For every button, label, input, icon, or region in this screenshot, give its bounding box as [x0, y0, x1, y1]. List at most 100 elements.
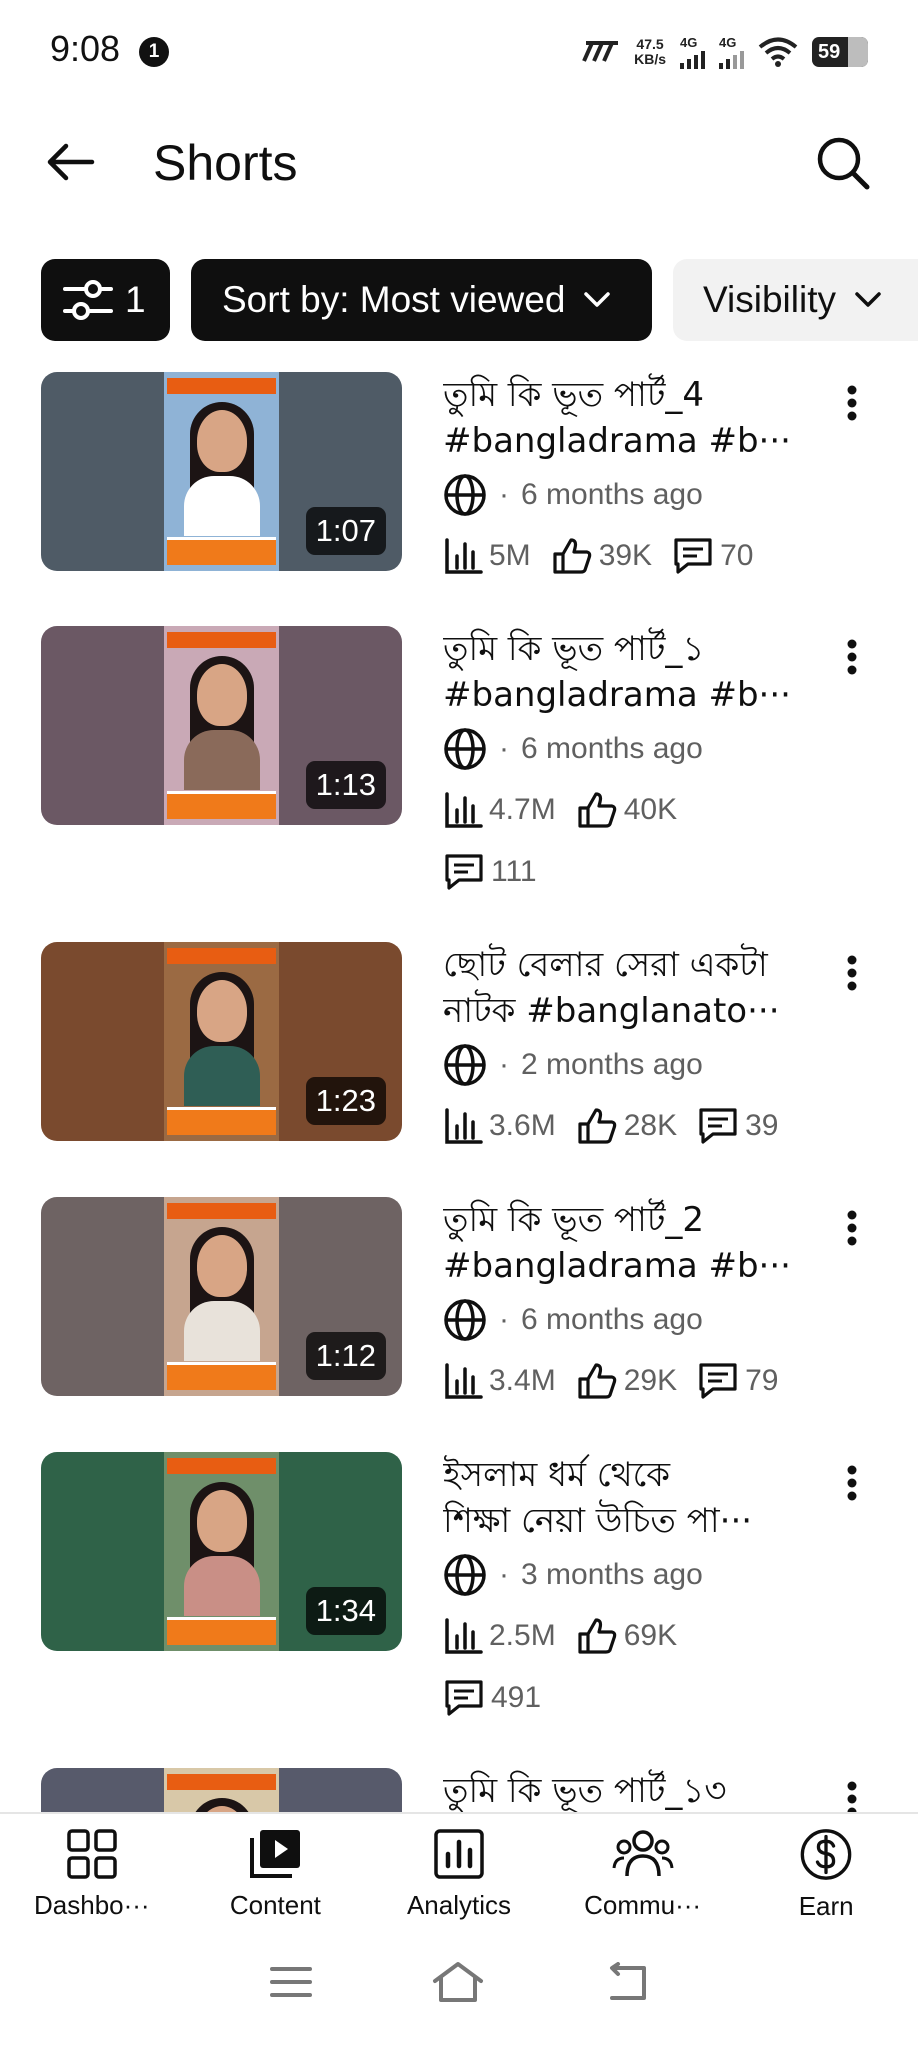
more-options-button[interactable] — [832, 378, 872, 428]
views-stat: 4.7M — [443, 782, 556, 838]
globe-icon — [444, 1044, 486, 1086]
views-stat: 3.6M — [443, 1098, 556, 1154]
nav-item-earn[interactable]: Earn — [734, 1814, 918, 1922]
comments-stat: 491 — [443, 1670, 541, 1726]
video-title-line: #bangladrama #b··· — [443, 675, 791, 715]
status-indicators: 47.5 KB/s 4G 4G 59 — [582, 30, 868, 74]
video-thumbnail[interactable]: 1:23 — [41, 942, 402, 1141]
video-info: তুমি কি ভূত পার্ট_4 #bangladrama #b··· ·… — [443, 372, 823, 584]
community-icon — [612, 1830, 674, 1877]
network-speed: 47.5 KB/s — [634, 37, 666, 67]
video-title-line: তুমি কি ভূত পার্ট_১ — [443, 629, 705, 669]
nav-label: Earn — [798, 1891, 854, 1921]
analytics-bars-icon — [445, 1618, 483, 1654]
nav-item-content[interactable]: Content — [184, 1814, 368, 1922]
analytics-bars-icon — [445, 1363, 483, 1399]
filter-chips: 1 Sort by: Most viewed Visibility — [41, 259, 918, 341]
video-meta: · 2 months ago — [443, 1042, 823, 1088]
more-options-button[interactable] — [832, 1203, 872, 1253]
video-meta: · 6 months ago — [443, 726, 823, 772]
status-bar: 9:08 1 47.5 KB/s 4G 4G 59 — [0, 0, 918, 104]
battery-level: 59 — [818, 40, 841, 63]
video-title-line: #bangladrama #b··· — [443, 1246, 791, 1286]
likes-stat: 28K — [576, 1098, 677, 1154]
notification-badge: 1 — [139, 37, 169, 67]
system-home-button[interactable] — [432, 1961, 484, 2007]
video-age: 2 months ago — [521, 1048, 703, 1081]
back-button[interactable] — [40, 132, 100, 192]
filter-count: 1 — [125, 279, 146, 320]
home-icon — [433, 1962, 483, 2002]
search-button[interactable] — [810, 130, 876, 196]
views-count: 3.6M — [489, 1109, 556, 1142]
video-age: 3 months ago — [521, 1558, 703, 1591]
analytics-bars-icon — [445, 1108, 483, 1144]
more-options-button[interactable] — [832, 1774, 872, 1812]
dashboard-icon — [67, 1829, 117, 1879]
thumbnail-poster — [164, 626, 279, 825]
video-title[interactable]: তুমি কি ভূত পার্ট_4 #bangladrama #b··· — [443, 372, 823, 464]
thumbnail-poster — [164, 942, 279, 1141]
video-title[interactable]: ছোট বেলার সেরা একটা নাটক #banglanato··· — [443, 942, 823, 1034]
globe-icon — [444, 1299, 486, 1341]
nav-label: Analytics — [406, 1890, 511, 1920]
meta-separator: · — [499, 478, 509, 511]
video-thumbnail[interactable]: 1:13 — [41, 626, 402, 825]
nav-item-community[interactable]: Commu··· — [551, 1814, 735, 1922]
globe-icon — [444, 728, 486, 770]
network-speed-unit: KB/s — [634, 51, 666, 67]
battery-indicator: 59 — [812, 37, 868, 67]
system-navigation — [0, 1922, 918, 2046]
sort-dropdown[interactable]: Sort by: Most viewed — [191, 259, 652, 341]
likes-stat: 40K — [576, 782, 677, 838]
video-title[interactable]: ইসলাম ধর্ম থেকে শিক্ষা নেয়া উচিত পা··· — [443, 1452, 823, 1544]
likes-stat: 39K — [551, 528, 652, 584]
system-back-button[interactable] — [604, 1962, 648, 2006]
more-options-button[interactable] — [832, 948, 872, 998]
video-thumbnail[interactable]: 1:12 — [41, 1197, 402, 1396]
meta-separator: · — [499, 1558, 509, 1591]
video-title-line: নাটক #banglanato··· — [443, 991, 780, 1031]
video-stats: 4.7M 40K 111 — [443, 782, 743, 900]
comment-icon — [674, 538, 712, 574]
views-count: 4.7M — [489, 793, 556, 826]
more-options-button[interactable] — [832, 632, 872, 682]
system-menu-button[interactable] — [270, 1965, 312, 2003]
thumbnail-poster — [164, 1768, 279, 1812]
likes-stat: 69K — [576, 1608, 677, 1664]
menu-icon — [270, 1967, 312, 1997]
video-title[interactable]: তুমি কি ভূত পার্ট_১৩ — [443, 1768, 823, 1812]
video-meta: · 6 months ago — [443, 472, 823, 518]
comments-stat: 70 — [672, 528, 753, 584]
video-meta: · 6 months ago — [443, 1297, 823, 1343]
comments-stat: 79 — [697, 1353, 778, 1409]
video-thumbnail[interactable]: 1:07 — [41, 372, 402, 571]
video-thumbnail[interactable] — [41, 1768, 402, 1812]
video-title[interactable]: তুমি কি ভূত পার্ট_2 #bangladrama #b··· — [443, 1197, 823, 1289]
video-meta: · 3 months ago — [443, 1552, 823, 1598]
network-speed-value: 47.5 — [636, 36, 664, 52]
video-info: ইসলাম ধর্ম থেকে শিক্ষা নেয়া উচিত পা··· … — [443, 1452, 823, 1726]
nav-label: Dashbo··· — [34, 1890, 150, 1920]
comment-icon — [445, 854, 483, 890]
more-options-button[interactable] — [832, 1458, 872, 1508]
page-title: Shorts — [153, 135, 298, 191]
visibility-label: Visibility — [703, 279, 836, 320]
video-age: 6 months ago — [521, 478, 703, 511]
video-thumbnail[interactable]: 1:34 — [41, 1452, 402, 1651]
analytics-icon — [434, 1829, 484, 1879]
visibility-dropdown[interactable]: Visibility — [673, 259, 918, 341]
video-stats: 2.5M 69K 491 — [443, 1608, 743, 1726]
nav-item-dashboard[interactable]: Dashbo··· — [0, 1814, 184, 1922]
filter-chip[interactable]: 1 — [41, 259, 170, 341]
video-title-line: ইসলাম ধর্ম থেকে — [443, 1455, 671, 1495]
video-title[interactable]: তুমি কি ভূত পার্ট_১ #bangladrama #b··· — [443, 626, 823, 718]
nav-item-analytics[interactable]: Analytics — [367, 1814, 551, 1922]
chevron-down-icon — [855, 292, 881, 307]
app-header: Shorts — [0, 104, 918, 220]
video-title-line: #bangladrama #b··· — [443, 421, 791, 461]
thumbs-up-icon — [578, 1363, 616, 1399]
thumbnail-poster — [164, 372, 279, 571]
comment-icon — [445, 1680, 483, 1716]
arrow-left-icon — [47, 143, 95, 181]
